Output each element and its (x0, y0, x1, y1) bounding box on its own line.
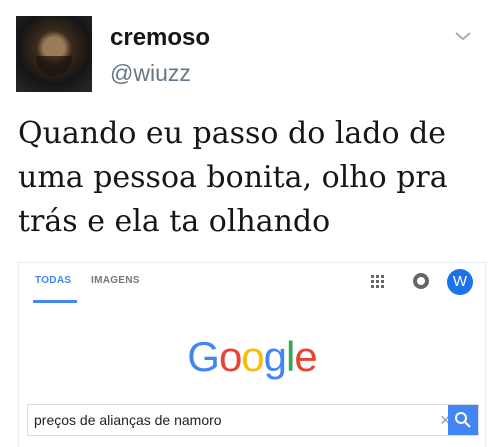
search-box: × (27, 404, 479, 436)
google-logo: Google (19, 333, 485, 381)
notifications-icon[interactable] (413, 273, 429, 289)
tweet-header: cremoso @wiuzz (16, 14, 484, 94)
search-input[interactable] (34, 405, 414, 435)
logo-letter: g (263, 333, 287, 380)
embedded-search-screenshot[interactable]: TODAS IMAGENS W Google × (18, 262, 486, 447)
apps-grid-icon[interactable] (371, 275, 385, 289)
logo-letter: o (218, 333, 242, 380)
tweet-text-line: uma pessoa bonita, olho pra (18, 160, 448, 195)
logo-letter: G (187, 333, 220, 380)
logo-letter: o (241, 333, 264, 380)
search-tabs: TODAS IMAGENS W (19, 263, 485, 305)
logo-letter: l (286, 333, 295, 380)
tweet-text-line: Quando eu passo do lado de (18, 116, 447, 151)
tweet-text: Quando eu passo do lado de uma pessoa bo… (18, 112, 484, 244)
tab-imagens[interactable]: IMAGENS (91, 275, 140, 286)
user-handle[interactable]: @wiuzz (110, 60, 191, 87)
logo-letter: e (294, 333, 317, 380)
tweet-text-line: trás e ela ta olhando (18, 204, 331, 239)
avatar[interactable] (16, 16, 92, 92)
display-name[interactable]: cremoso (110, 24, 210, 52)
account-avatar[interactable]: W (447, 269, 473, 295)
search-button[interactable] (448, 405, 478, 435)
search-icon (455, 412, 471, 428)
active-tab-indicator (33, 300, 77, 303)
tab-todas[interactable]: TODAS (35, 275, 71, 286)
chevron-down-icon[interactable] (452, 28, 474, 44)
